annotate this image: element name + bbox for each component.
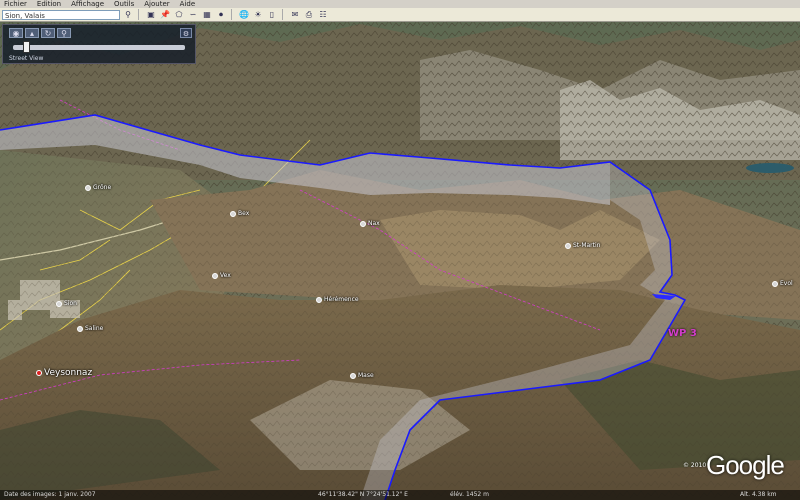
sun-icon[interactable]: ☀: [252, 9, 264, 21]
place-dot-icon: [77, 325, 83, 332]
maps-icon[interactable]: ☷: [317, 9, 329, 21]
rotate-icon[interactable]: ↻: [41, 28, 55, 38]
eye-icon[interactable]: ◉: [9, 28, 23, 38]
place-st-martin[interactable]: St-Martin: [565, 242, 600, 249]
search-input[interactable]: Sion, Valais: [2, 9, 120, 20]
menu-view[interactable]: Affichage: [71, 0, 104, 8]
place-dot-icon: [350, 372, 356, 379]
copyright-text: © 2010: [683, 462, 707, 469]
place-dot-icon: [85, 184, 91, 191]
wrench-icon[interactable]: ⚙: [180, 28, 192, 38]
earth-3d-view[interactable]: [0, 22, 800, 500]
place-bex[interactable]: Bex: [230, 210, 249, 217]
menu-add[interactable]: Ajouter: [144, 0, 169, 8]
toolbar-divider: [138, 9, 139, 20]
place-heremence[interactable]: Hérémence: [316, 296, 359, 303]
place-dot-icon: [56, 300, 62, 307]
place-sion[interactable]: Sion: [56, 300, 77, 307]
zoom-slider[interactable]: [13, 45, 185, 50]
menu-edit[interactable]: Edition: [37, 0, 61, 8]
place-grone[interactable]: Grône: [85, 184, 111, 191]
place-dot-icon: [772, 280, 778, 287]
place-nax[interactable]: Nax: [360, 220, 380, 227]
placemark-icon[interactable]: 📌: [159, 9, 171, 21]
lake: [746, 163, 794, 173]
place-dot-icon: [360, 220, 366, 227]
menu-tools[interactable]: Outils: [114, 0, 134, 8]
place-dot-icon: [565, 242, 571, 249]
navigation-controls: ◉ ▴ ↻ ⚲ ⚙ Street View: [2, 24, 196, 64]
print-icon[interactable]: ⎙: [303, 9, 315, 21]
elevation-readout: élév. 1452 m: [450, 491, 489, 498]
menu-help[interactable]: Aide: [180, 0, 195, 8]
path-icon[interactable]: ∽: [187, 9, 199, 21]
hide-sidebar-icon[interactable]: ▣: [145, 9, 157, 21]
toolbar-divider: [282, 9, 283, 20]
place-dot-icon: [230, 210, 236, 217]
terrain-render: [0, 22, 800, 500]
zoom-label: Street View: [9, 55, 44, 62]
overlay-icon[interactable]: ▦: [201, 9, 213, 21]
zoom-icon[interactable]: ⚲: [57, 28, 71, 38]
place-evolene[interactable]: Evol: [772, 280, 793, 287]
search-icon[interactable]: ⚲: [122, 9, 134, 21]
place-dot-icon: [212, 272, 218, 279]
tilt-icon[interactable]: ▴: [25, 28, 39, 38]
place-mase[interactable]: Mase: [350, 372, 374, 379]
toolbar-divider: [231, 9, 232, 20]
menu-bar: Fichier Edition Affichage Outils Ajouter…: [0, 0, 800, 8]
eye-altitude: Alt. 4.38 km: [740, 491, 777, 498]
place-dot-icon: [316, 296, 322, 303]
place-vex[interactable]: Vex: [212, 272, 231, 279]
place-dot-icon: [36, 369, 42, 376]
google-logo: Google: [706, 450, 785, 480]
main-toolbar: Sion, Valais ⚲ ▣ 📌 ⬠ ∽ ▦ ⏺ 🌐 ☀ ▯ ✉ ⎙ ☷: [0, 8, 800, 22]
polygon-icon[interactable]: ⬠: [173, 9, 185, 21]
place-saline[interactable]: Saline: [77, 325, 103, 332]
place-veysonnaz[interactable]: Veysonnaz: [36, 368, 92, 378]
email-icon[interactable]: ✉: [289, 9, 301, 21]
menu-file[interactable]: Fichier: [4, 0, 27, 8]
pointer-position: 46°11'38.42" N 7°24'51.12" E: [318, 491, 408, 498]
waypoint-label[interactable]: WP 3: [668, 328, 697, 339]
ruler-icon[interactable]: ▯: [266, 9, 278, 21]
tour-icon[interactable]: ⏺: [215, 9, 227, 21]
imagery-date: Date des images: 1 janv. 2007: [4, 491, 96, 498]
sky-icon[interactable]: 🌐: [238, 9, 250, 21]
zoom-slider-thumb[interactable]: [22, 41, 30, 53]
status-bar: Date des images: 1 janv. 2007 46°11'38.4…: [0, 490, 800, 500]
